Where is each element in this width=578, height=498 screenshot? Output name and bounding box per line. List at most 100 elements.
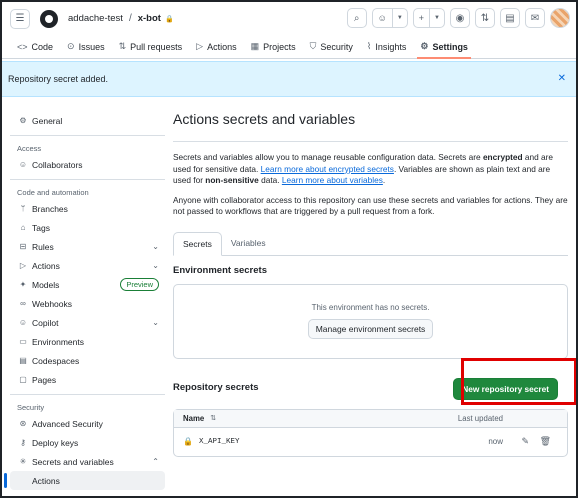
- breadcrumb-owner[interactable]: addache-test: [68, 13, 123, 24]
- chevron-down-icon: ⌄: [152, 261, 159, 270]
- tab-code[interactable]: <> Code: [10, 35, 60, 58]
- environment-secrets-box: This environment has no secrets. Manage …: [173, 283, 568, 359]
- sidebar-item-rules[interactable]: ⊟ Rules ⌄: [10, 237, 165, 256]
- issues-icon[interactable]: ◉: [450, 8, 470, 28]
- secret-updated: now: [488, 437, 503, 446]
- empty-state-text: This environment has no secrets.: [311, 303, 430, 312]
- tab-secrets[interactable]: Secrets: [173, 231, 222, 256]
- webhook-icon: ∞: [20, 299, 26, 308]
- table-header: Name ⇅ Last updated: [174, 409, 567, 428]
- page-title: Actions secrets and variables: [173, 111, 356, 127]
- divider: [173, 141, 568, 142]
- sidebar-item-collaborators[interactable]: ☺ Collaborators: [10, 155, 165, 174]
- breadcrumb-repo[interactable]: x-bot: [138, 13, 161, 24]
- sidebar-heading-access: Access: [17, 143, 42, 153]
- divider: [10, 394, 165, 395]
- tab-projects[interactable]: ▦ Projects: [244, 35, 303, 58]
- settings-sidebar: ⚙ General Access ☺ Collaborators Code and …: [4, 111, 165, 490]
- issue-icon: ⊙: [67, 41, 75, 51]
- table-row: 🔒 X_API_KEY now ✎ 🗑: [174, 428, 567, 456]
- code-icon: <>: [17, 41, 28, 52]
- preview-badge: Preview: [120, 278, 159, 291]
- plus-icon: +: [418, 13, 425, 23]
- sidebar-heading-code-automation: Code and automation: [17, 187, 89, 197]
- close-icon[interactable]: ✕: [558, 73, 566, 84]
- shield-icon: ⛉: [309, 41, 317, 51]
- copilot-icon: ☺: [377, 13, 387, 23]
- encrypted-secrets-link[interactable]: Learn more about encrypted secrets: [261, 164, 394, 174]
- sidebar-item-tags[interactable]: ⌂ Tags: [10, 218, 165, 237]
- tag-icon: ⌂: [20, 223, 26, 232]
- hamburger-menu-icon[interactable]: ☰: [10, 8, 30, 29]
- repository-secrets-table: Name ⇅ Last updated 🔒 X_API_KEY now ✎ 🗑: [173, 408, 568, 457]
- sidebar-item-secrets-variables[interactable]: ✳ Secrets and variables ⌃: [10, 452, 165, 471]
- lock-icon: 🔒: [164, 15, 174, 23]
- copilot-menu[interactable]: ☺ ▼: [371, 8, 408, 28]
- flash-text: Repository secret added.: [8, 74, 109, 84]
- inbox-icon[interactable]: ✉: [525, 8, 545, 28]
- create-new-menu[interactable]: + ▼: [412, 8, 445, 28]
- secret-name: X_API_KEY: [198, 437, 240, 446]
- sidebar-item-codespaces[interactable]: ▤ Codespaces: [10, 351, 165, 370]
- pull-requests-icon[interactable]: ⇅: [475, 8, 495, 28]
- branch-icon: ᛘ: [20, 204, 26, 213]
- rules-icon: ⊟: [19, 242, 27, 251]
- sidebar-item-advanced-security[interactable]: ⊛ Advanced Security: [10, 414, 165, 433]
- graph-icon: ⌇: [366, 41, 372, 51]
- sidebar-item-general[interactable]: ⚙ General: [10, 111, 165, 130]
- column-name-header[interactable]: Name: [183, 414, 204, 423]
- breadcrumb-separator: /: [128, 13, 132, 24]
- codespaces-icon: ▤: [19, 356, 27, 365]
- repositories-icon[interactable]: ▤: [500, 8, 520, 28]
- tab-security[interactable]: ⛉ Security: [303, 35, 360, 58]
- tab-settings[interactable]: ⚙ Settings: [413, 35, 475, 59]
- play-icon: ▷: [196, 41, 204, 51]
- flash-message: Repository secret added. ✕: [2, 61, 576, 97]
- access-note: Anyone with collaborator access to this …: [173, 194, 568, 217]
- chevron-down-icon: ▼: [391, 9, 407, 27]
- user-avatar[interactable]: [550, 8, 570, 28]
- environment-secrets-heading: Environment secrets: [173, 264, 267, 276]
- header-tools: ⌕ ☺ ▼ + ▼ ◉ ⇅ ▤ ✉: [346, 8, 570, 28]
- trash-icon[interactable]: 🗑: [540, 436, 551, 447]
- sidebar-item-copilot[interactable]: ☺ Copilot ⌄: [10, 313, 165, 332]
- tab-pull-requests[interactable]: ⇅ Pull requests: [112, 35, 190, 58]
- tab-issues[interactable]: ⊙ Issues: [60, 35, 112, 58]
- variables-link[interactable]: Learn more about variables: [282, 175, 383, 185]
- people-icon: ☺: [18, 160, 28, 169]
- search-icon[interactable]: ⌕: [346, 8, 367, 28]
- tab-insights[interactable]: ⌇ Insights: [360, 35, 413, 58]
- repository-nav: <> Code ⊙ Issues ⇅ Pull requests ▷ Actions ▦…: [2, 35, 576, 59]
- sidebar-item-webhooks[interactable]: ∞ Webhooks: [10, 294, 165, 313]
- codescan-icon: ⊛: [19, 419, 27, 428]
- server-icon: ▭: [19, 337, 27, 346]
- column-last-updated-header: Last updated: [457, 413, 503, 423]
- browser-icon: ▢: [19, 375, 27, 384]
- sidebar-item-deploy-keys[interactable]: ⚷ Deploy keys: [10, 433, 165, 452]
- sidebar-item-pages[interactable]: ▢ Pages: [10, 370, 165, 389]
- sidebar-item-models[interactable]: ✦ Models Preview: [10, 275, 165, 294]
- lock-icon: 🔒: [183, 437, 193, 446]
- sidebar-heading-security: Security: [17, 402, 45, 412]
- tab-actions[interactable]: ▷ Actions: [189, 35, 243, 58]
- chevron-down-icon: ⌄: [152, 318, 159, 327]
- pencil-icon[interactable]: ✎: [521, 436, 529, 447]
- asterisk-icon: ✳: [19, 457, 27, 466]
- sidebar-subitem-actions[interactable]: Actions: [4, 471, 165, 490]
- tab-variables[interactable]: Variables: [222, 232, 275, 255]
- sort-icon[interactable]: ⇅: [210, 414, 216, 422]
- gear-icon: ⚙: [420, 41, 429, 51]
- chevron-down-icon: ▼: [429, 9, 444, 27]
- sidebar-item-branches[interactable]: ᛘ Branches: [10, 199, 165, 218]
- global-header: ☰ addache-test / x-bot 🔒 ⌕ ☺ ▼ + ▼ ◉ ⇅ ▤ ✉: [2, 2, 576, 35]
- github-logo-icon[interactable]: [40, 9, 58, 28]
- intro-paragraph: Secrets and variables allow you to manag…: [173, 152, 554, 185]
- manage-environment-secrets-button[interactable]: Manage environment secrets: [307, 319, 434, 339]
- chevron-up-icon: ⌃: [152, 457, 159, 466]
- sidebar-item-environments[interactable]: ▭ Environments: [10, 332, 165, 351]
- browser-frame: ☰ addache-test / x-bot 🔒 ⌕ ☺ ▼ + ▼ ◉ ⇅ ▤ ✉…: [0, 0, 578, 498]
- sidebar-item-actions[interactable]: ▷ Actions ⌄: [10, 256, 165, 275]
- play-icon: ▷: [19, 261, 27, 270]
- repository-secrets-heading: Repository secrets: [173, 381, 259, 393]
- divider: [10, 179, 165, 180]
